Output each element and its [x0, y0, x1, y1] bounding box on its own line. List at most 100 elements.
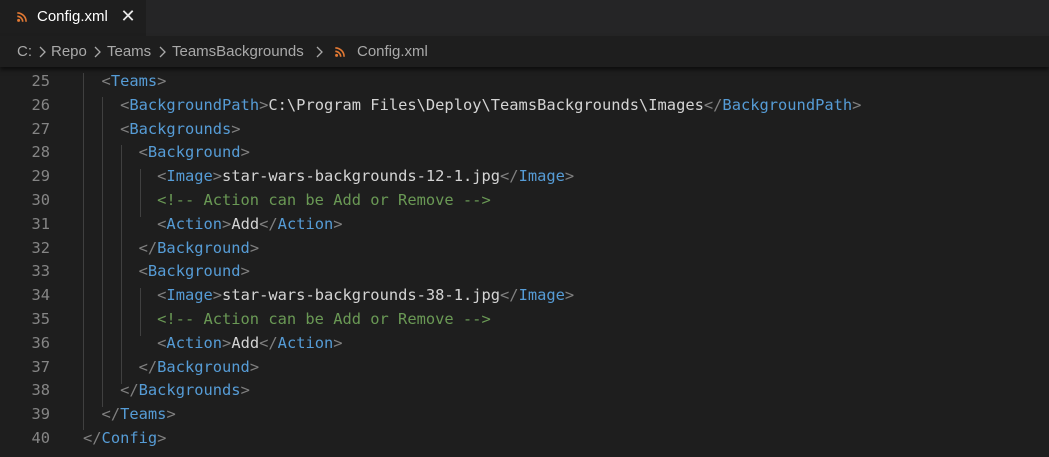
line-number: 28 — [31, 143, 50, 162]
xml-tag-name: BackgroundPath — [722, 95, 853, 114]
line-code: <Teams> — [83, 70, 167, 94]
chevron-right-icon — [159, 46, 166, 58]
code-line[interactable]: 33 <Background> — [0, 260, 1049, 284]
xml-tag-name: Background — [147, 143, 241, 162]
xml-bracket: > — [240, 381, 250, 400]
xml-bracket: > — [212, 167, 223, 186]
line-number: 37 — [31, 357, 50, 376]
line-code: <Action>Add</Action> — [83, 332, 342, 356]
xml-bracket: > — [157, 72, 167, 90]
line-number: 32 — [31, 238, 50, 257]
line-number: 40 — [31, 429, 50, 447]
line-number: 30 — [31, 191, 50, 209]
chevron-right-icon — [39, 46, 46, 58]
xml-tag-name: Image — [518, 286, 565, 305]
xml-tag-name: Action — [166, 214, 223, 233]
line-number: 39 — [31, 405, 50, 424]
line-code: </Backgrounds> — [83, 379, 250, 403]
xml-comment: <!-- Action can be Add or Remove --> — [157, 191, 491, 209]
code-line[interactable]: 26 <BackgroundPath>C:\Program Files\Depl… — [0, 94, 1049, 118]
xml-tag-name: Action — [277, 214, 334, 233]
code-line[interactable]: 29 <Image>star-wars-backgrounds-12-1.jpg… — [0, 165, 1049, 189]
line-code: </Background> — [83, 356, 260, 380]
line-code: </Config> — [83, 427, 166, 451]
code-line[interactable]: 34 <Image>star-wars-backgrounds-38-1.jpg… — [0, 284, 1049, 308]
breadcrumb-item-teamsbackgrounds[interactable]: TeamsBackgrounds — [172, 43, 304, 60]
xml-bracket: > — [166, 405, 176, 424]
xml-bracket: </ — [120, 381, 139, 400]
chevron-right-icon — [94, 46, 101, 58]
line-number: 25 — [31, 72, 50, 90]
code-line[interactable]: 32 </Background> — [0, 237, 1049, 261]
xml-bracket: > — [249, 357, 260, 376]
xml-bracket: > — [240, 143, 250, 162]
code-line[interactable]: 36 <Action>Add</Action> — [0, 332, 1049, 356]
line-code: <Background> — [83, 260, 250, 284]
code-line[interactable]: 39 </Teams> — [0, 403, 1049, 427]
xml-tag-name: Teams — [120, 405, 167, 424]
code-line[interactable]: 40 </Config> — [0, 427, 1049, 451]
xml-bracket: < — [120, 119, 130, 138]
xml-bracket: > — [564, 167, 575, 186]
xml-text: star-wars-backgrounds-12-1.jpg — [222, 167, 501, 186]
code-line[interactable]: 38 </Backgrounds> — [0, 379, 1049, 403]
xml-tag-name: Action — [277, 333, 334, 352]
line-number: 34 — [31, 286, 50, 305]
xml-bracket: > — [212, 286, 223, 305]
xml-tag-name: Image — [518, 167, 565, 186]
xml-bracket: > — [564, 286, 575, 305]
xml-bracket: < — [101, 72, 111, 90]
xml-bracket: </ — [138, 357, 158, 376]
xml-bracket: < — [138, 143, 148, 162]
xml-bracket: > — [157, 429, 167, 447]
xml-bracket: > — [240, 262, 250, 281]
code-line[interactable]: 27 <Backgrounds> — [0, 118, 1049, 142]
line-code: <Action>Add</Action> — [83, 213, 342, 237]
xml-tag-name: Action — [166, 333, 223, 352]
line-number: 29 — [31, 167, 50, 186]
xml-text: C:\Program Files\Deploy\TeamsBackgrounds… — [268, 95, 704, 114]
code-line[interactable]: 35 <!-- Action can be Add or Remove --> — [0, 308, 1049, 332]
xml-bracket: > — [852, 95, 862, 114]
code-line[interactable]: 31 <Action>Add</Action> — [0, 213, 1049, 237]
code-line[interactable]: 30 <!-- Action can be Add or Remove --> — [0, 189, 1049, 213]
close-icon[interactable]: ✕ — [119, 6, 137, 26]
code-line[interactable]: 37 </Background> — [0, 356, 1049, 380]
xml-tag-name: Background — [147, 262, 241, 281]
xml-bracket: > — [222, 333, 232, 352]
xml-bracket: </ — [259, 214, 278, 233]
xml-bracket: </ — [138, 238, 158, 257]
code-line[interactable]: 28 <Background> — [0, 141, 1049, 165]
xml-tag-name: Config — [101, 429, 158, 447]
line-number: 26 — [31, 95, 50, 114]
tab-config-xml[interactable]: Config.xml ✕ — [0, 0, 146, 36]
code-editor[interactable]: 25 <Teams> 26 <BackgroundPath>C:\Program … — [0, 67, 1049, 457]
line-code: </Teams> — [83, 403, 176, 427]
line-number: 33 — [31, 262, 50, 281]
xml-tag-name: Backgrounds — [129, 119, 232, 138]
xml-bracket: < — [138, 262, 148, 281]
breadcrumb-item-config-xml[interactable]: Config.xml — [357, 43, 428, 60]
line-number: 31 — [31, 214, 50, 233]
code-line[interactable]: 25 <Teams> — [0, 70, 1049, 94]
xml-bracket: </ — [259, 333, 278, 352]
breadcrumb-item-drive[interactable]: C: — [17, 43, 32, 60]
rss-icon — [17, 12, 27, 22]
line-code: <Image>star-wars-backgrounds-12-1.jpg</I… — [83, 165, 574, 189]
tab-bar: Config.xml ✕ — [0, 0, 1049, 36]
breadcrumb-item-repo[interactable]: Repo — [51, 43, 87, 60]
line-code: <Background> — [83, 141, 250, 165]
line-number: 35 — [31, 310, 50, 328]
breadcrumb-item-teams[interactable]: Teams — [107, 43, 151, 60]
